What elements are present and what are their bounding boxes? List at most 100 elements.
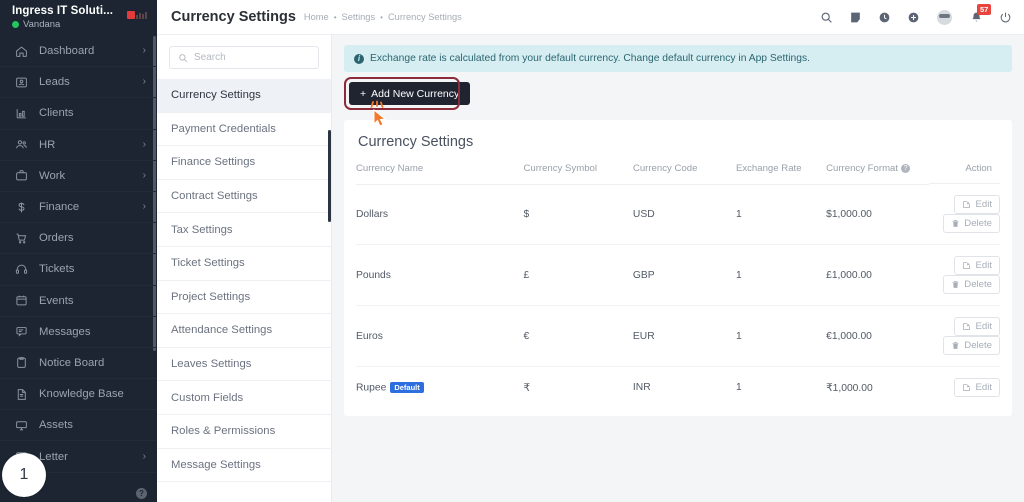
cell-currency-name: Dollars xyxy=(356,184,524,245)
subnav-item-custom-fields[interactable]: Custom Fields xyxy=(157,381,331,415)
subnav-item-leaves-settings[interactable]: Leaves Settings xyxy=(157,347,331,382)
col-action: Action xyxy=(929,163,1000,184)
step-number-badge: 1 xyxy=(2,453,46,497)
body-area: Currency Settings Payment Credentials Fi… xyxy=(157,35,1024,502)
sidebar-item-assets[interactable]: Assets xyxy=(0,410,157,442)
plus-icon[interactable] xyxy=(907,11,920,24)
settings-list: Currency Settings Payment Credentials Fi… xyxy=(157,79,331,502)
search-icon[interactable] xyxy=(820,11,833,24)
subnav-item-finance-settings[interactable]: Finance Settings xyxy=(157,146,331,180)
chevron-right-icon: › xyxy=(142,45,146,57)
sidebar-item-events[interactable]: Events xyxy=(0,286,157,317)
cell-currency-code: GBP xyxy=(632,244,736,306)
edit-button[interactable]: Edit xyxy=(954,195,1000,214)
sidebar-label: Finance xyxy=(39,201,80,214)
cell-currency-symbol: ₹ xyxy=(523,382,530,394)
table-head: Currency Name Currency Symbol Currency C… xyxy=(356,163,1000,185)
cell-currency-format: €1,000.00 xyxy=(826,305,930,367)
sidebar-item-leads[interactable]: Leads › xyxy=(0,67,157,99)
subnav-item-roles-permissions[interactable]: Roles & Permissions xyxy=(157,414,331,449)
company-logo-icon xyxy=(127,11,147,19)
table-body: Dollars $ USD 1 $1,000.00 Edit Delete Po… xyxy=(356,184,1000,408)
cell-exchange-rate: 1 xyxy=(735,184,827,245)
settings-subnav: Currency Settings Payment Credentials Fi… xyxy=(157,35,332,502)
breadcrumb-home[interactable]: Home xyxy=(304,12,329,22)
assets-icon xyxy=(14,418,28,432)
subnav-item-message-settings[interactable]: Message Settings xyxy=(157,448,331,483)
clients-icon xyxy=(14,106,28,120)
sidebar-item-tickets[interactable]: Tickets xyxy=(0,254,157,286)
currency-name-text: Rupee xyxy=(356,382,387,394)
search-input[interactable] xyxy=(194,52,310,63)
hr-icon xyxy=(14,138,28,152)
sidebar-item-dashboard[interactable]: Dashboard › xyxy=(0,36,157,68)
sidebar-nav: Dashboard › Leads › Clients HR › Work › … xyxy=(0,36,157,484)
bell-icon[interactable]: 57 xyxy=(970,3,992,24)
delete-button[interactable]: Delete xyxy=(943,214,1000,233)
table-row: Dollars $ USD 1 $1,000.00 Edit Delete xyxy=(356,184,1000,245)
subnav-item-currency-settings[interactable]: Currency Settings xyxy=(157,79,331,113)
cell-actions: Edit Delete xyxy=(929,305,1000,367)
plus-icon: + xyxy=(360,87,367,100)
work-icon xyxy=(14,169,28,183)
add-new-currency-button[interactable]: + Add New Currency xyxy=(349,82,471,105)
delete-label: Delete xyxy=(964,279,992,290)
help-tooltip-icon[interactable]: ? xyxy=(901,164,911,174)
cell-currency-symbol: $ xyxy=(523,184,633,245)
currency-table: Currency Name Currency Symbol Currency C… xyxy=(356,163,1000,408)
subnav-item-tax-settings[interactable]: Tax Settings xyxy=(157,213,331,247)
edit-button[interactable]: Edit xyxy=(954,317,1000,336)
sidebar-item-notice-board[interactable]: Notice Board xyxy=(0,348,157,380)
sidebar-label: Tickets xyxy=(39,263,75,276)
edit-button[interactable]: Edit xyxy=(954,256,1000,275)
avatar[interactable] xyxy=(936,8,954,26)
sidebar-label: Orders xyxy=(39,232,74,245)
breadcrumb-separator: • xyxy=(333,12,337,22)
subnav-item-ticket-settings[interactable]: Ticket Settings xyxy=(157,246,331,281)
info-alert-text: Exchange rate is calculated from your de… xyxy=(370,53,810,64)
breadcrumb-current: Currency Settings xyxy=(387,12,462,22)
sidebar-item-work[interactable]: Work › xyxy=(0,161,157,192)
sidebar-item-clients[interactable]: Clients xyxy=(0,98,157,130)
sidebar-item-knowledge-base[interactable]: Knowledge Base xyxy=(0,379,157,411)
sidebar-label: HR xyxy=(39,138,56,151)
sidebar-item-orders[interactable]: Orders xyxy=(0,223,157,255)
breadcrumb-settings[interactable]: Settings xyxy=(342,12,376,22)
cell-currency-symbol: £ xyxy=(523,244,633,306)
subnav-item-attendance-settings[interactable]: Attendance Settings xyxy=(157,314,331,348)
company-name: Ingress IT Soluti... xyxy=(12,5,114,17)
help-icon[interactable]: ? xyxy=(136,487,147,499)
sidebar-item-hr[interactable]: HR › xyxy=(0,130,157,161)
sidebar-label: Notice Board xyxy=(39,356,105,369)
note-icon[interactable] xyxy=(849,11,862,24)
subnav-item-contract-settings[interactable]: Contract Settings xyxy=(157,179,331,214)
tickets-icon xyxy=(14,262,28,276)
edit-label: Edit xyxy=(975,199,992,210)
sidebar-item-messages[interactable]: Messages xyxy=(0,317,157,348)
sidebar-label: Events xyxy=(39,294,74,307)
col-currency-name: Currency Name xyxy=(356,163,524,185)
toolbar-row: + Add New Currency xyxy=(344,77,1012,127)
delete-label: Delete xyxy=(964,340,992,351)
cell-currency-name: Pounds xyxy=(356,244,524,306)
subnav-item-project-settings[interactable]: Project Settings xyxy=(157,280,331,315)
messages-icon xyxy=(14,325,28,339)
sidebar-label: Clients xyxy=(39,107,74,120)
cell-exchange-rate: 1 xyxy=(735,244,827,306)
clock-icon[interactable] xyxy=(878,11,891,24)
subnav-item-payment-credentials[interactable]: Payment Credentials xyxy=(157,112,331,147)
edit-button[interactable]: Edit xyxy=(954,378,1000,397)
breadcrumb-separator: • xyxy=(380,12,383,22)
cell-currency-format: $1,000.00 xyxy=(826,184,930,245)
default-badge: Default xyxy=(390,381,424,394)
brand-header[interactable]: Ingress IT Soluti... Vandana xyxy=(0,0,157,36)
subnav-scroll-thumb[interactable] xyxy=(328,130,331,222)
settings-search-box[interactable] xyxy=(169,46,319,69)
sidebar-item-finance[interactable]: Finance › xyxy=(0,192,157,224)
delete-button[interactable]: Delete xyxy=(943,275,1000,294)
cell-currency-code: EUR xyxy=(632,305,736,367)
top-bar-icons: 57 xyxy=(820,3,1012,26)
power-icon[interactable] xyxy=(999,11,1012,24)
delete-button[interactable]: Delete xyxy=(943,336,1000,355)
leads-icon xyxy=(14,75,28,89)
